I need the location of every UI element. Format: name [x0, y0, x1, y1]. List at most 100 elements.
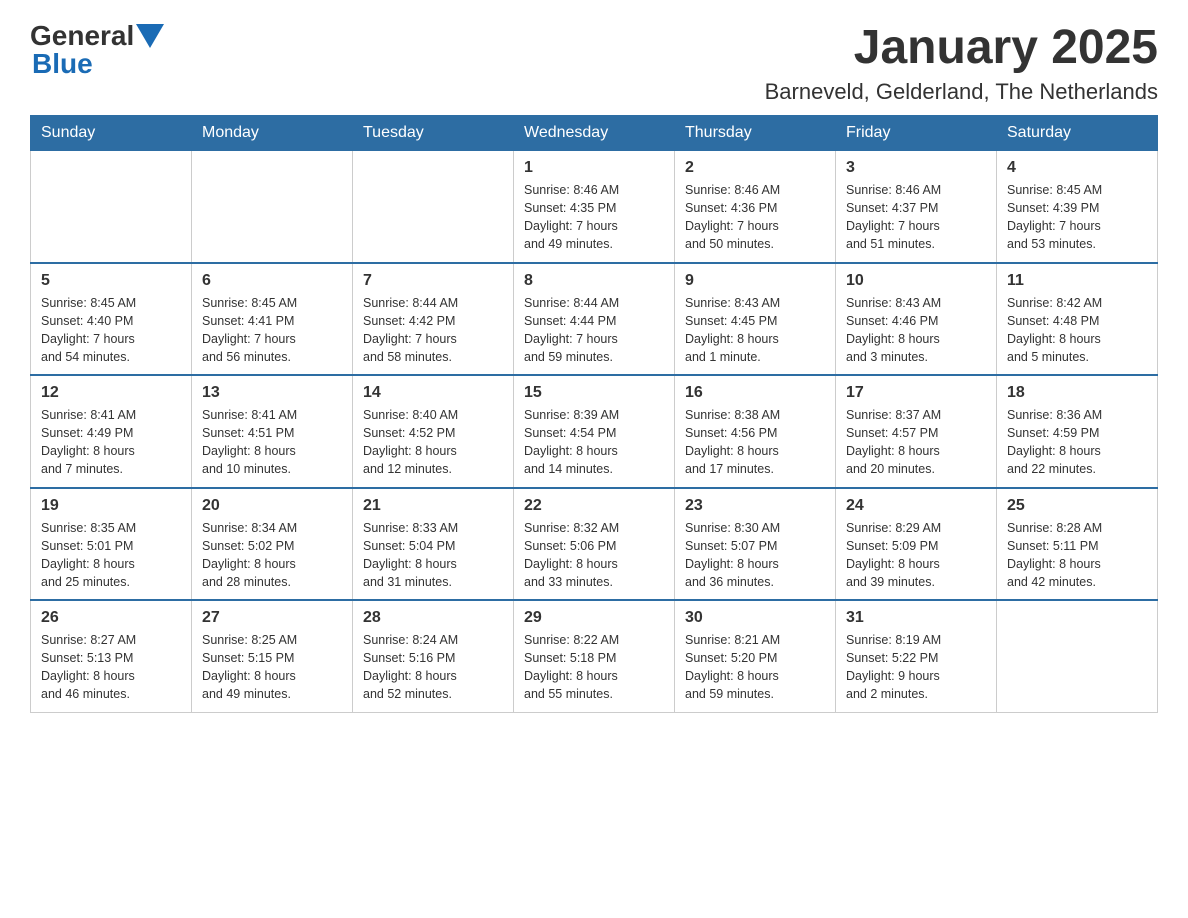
day-info: Sunrise: 8:42 AM Sunset: 4:48 PM Dayligh… — [1007, 294, 1147, 367]
day-number: 15 — [524, 384, 664, 402]
day-info: Sunrise: 8:43 AM Sunset: 4:46 PM Dayligh… — [846, 294, 986, 367]
calendar-cell: 21 Sunrise: 8:33 AM Sunset: 5:04 PM Dayli… — [353, 488, 514, 601]
day-number: 18 — [1007, 384, 1147, 402]
day-info: Sunrise: 8:35 AM Sunset: 5:01 PM Dayligh… — [41, 519, 181, 592]
day-number: 7 — [363, 272, 503, 290]
day-info: Sunrise: 8:22 AM Sunset: 5:18 PM Dayligh… — [524, 631, 664, 704]
calendar-cell: 31 Sunrise: 8:19 AM Sunset: 5:22 PM Dayli… — [836, 600, 997, 712]
day-number: 10 — [846, 272, 986, 290]
day-number: 12 — [41, 384, 181, 402]
day-number: 24 — [846, 497, 986, 515]
day-info: Sunrise: 8:39 AM Sunset: 4:54 PM Dayligh… — [524, 406, 664, 479]
day-info: Sunrise: 8:27 AM Sunset: 5:13 PM Dayligh… — [41, 631, 181, 704]
day-number: 28 — [363, 609, 503, 627]
calendar-cell: 14Sunrise: 8:40 AM Sunset: 4:52 PM Dayli… — [353, 375, 514, 488]
calendar-cell — [997, 600, 1158, 712]
day-number: 4 — [1007, 159, 1147, 177]
calendar-cell: 6 Sunrise: 8:45 AM Sunset: 4:41 PM Daylig… — [192, 263, 353, 376]
day-number: 25 — [1007, 497, 1147, 515]
weekday-header-saturday: Saturday — [997, 116, 1158, 151]
day-number: 9 — [685, 272, 825, 290]
calendar-table: SundayMondayTuesdayWednesdayThursdayFrid… — [30, 115, 1158, 713]
calendar-cell — [31, 151, 192, 263]
day-number: 22 — [524, 497, 664, 515]
day-info: Sunrise: 8:30 AM Sunset: 5:07 PM Dayligh… — [685, 519, 825, 592]
day-number: 1 — [524, 159, 664, 177]
logo-blue-text: Blue — [32, 48, 93, 80]
day-info: Sunrise: 8:44 AM Sunset: 4:44 PM Dayligh… — [524, 294, 664, 367]
calendar-cell: 12 Sunrise: 8:41 AM Sunset: 4:49 PM Dayli… — [31, 375, 192, 488]
day-number: 20 — [202, 497, 342, 515]
calendar-cell: 29 Sunrise: 8:22 AM Sunset: 5:18 PM Dayli… — [514, 600, 675, 712]
calendar-cell: 17Sunrise: 8:37 AM Sunset: 4:57 PM Dayli… — [836, 375, 997, 488]
day-number: 16 — [685, 384, 825, 402]
day-info: Sunrise: 8:36 AM Sunset: 4:59 PM Dayligh… — [1007, 406, 1147, 479]
day-number: 11 — [1007, 272, 1147, 290]
day-info: Sunrise: 8:45 AM Sunset: 4:39 PM Dayligh… — [1007, 181, 1147, 254]
calendar-week-row: 1 Sunrise: 8:46 AM Sunset: 4:35 PM Daylig… — [31, 151, 1158, 263]
calendar-cell — [353, 151, 514, 263]
calendar-cell: 1 Sunrise: 8:46 AM Sunset: 4:35 PM Daylig… — [514, 151, 675, 263]
day-number: 30 — [685, 609, 825, 627]
logo-triangle-icon — [136, 24, 164, 48]
day-info: Sunrise: 8:45 AM Sunset: 4:41 PM Dayligh… — [202, 294, 342, 367]
day-number: 27 — [202, 609, 342, 627]
calendar-cell: 5 Sunrise: 8:45 AM Sunset: 4:40 PM Daylig… — [31, 263, 192, 376]
day-info: Sunrise: 8:46 AM Sunset: 4:35 PM Dayligh… — [524, 181, 664, 254]
calendar-cell: 3 Sunrise: 8:46 AM Sunset: 4:37 PM Daylig… — [836, 151, 997, 263]
day-number: 26 — [41, 609, 181, 627]
day-info: Sunrise: 8:24 AM Sunset: 5:16 PM Dayligh… — [363, 631, 503, 704]
calendar-cell: 26 Sunrise: 8:27 AM Sunset: 5:13 PM Dayli… — [31, 600, 192, 712]
calendar-cell: 28 Sunrise: 8:24 AM Sunset: 5:16 PM Dayli… — [353, 600, 514, 712]
day-info: Sunrise: 8:19 AM Sunset: 5:22 PM Dayligh… — [846, 631, 986, 704]
day-number: 6 — [202, 272, 342, 290]
day-number: 19 — [41, 497, 181, 515]
calendar-cell: 27Sunrise: 8:25 AM Sunset: 5:15 PM Dayli… — [192, 600, 353, 712]
day-info: Sunrise: 8:29 AM Sunset: 5:09 PM Dayligh… — [846, 519, 986, 592]
calendar-cell: 23 Sunrise: 8:30 AM Sunset: 5:07 PM Dayli… — [675, 488, 836, 601]
weekday-header-sunday: Sunday — [31, 116, 192, 151]
weekday-header-row: SundayMondayTuesdayWednesdayThursdayFrid… — [31, 116, 1158, 151]
calendar-week-row: 5 Sunrise: 8:45 AM Sunset: 4:40 PM Daylig… — [31, 263, 1158, 376]
day-info: Sunrise: 8:41 AM Sunset: 4:51 PM Dayligh… — [202, 406, 342, 479]
calendar-cell: 4 Sunrise: 8:45 AM Sunset: 4:39 PM Daylig… — [997, 151, 1158, 263]
calendar-cell: 22 Sunrise: 8:32 AM Sunset: 5:06 PM Dayli… — [514, 488, 675, 601]
calendar-cell: 9 Sunrise: 8:43 AM Sunset: 4:45 PM Daylig… — [675, 263, 836, 376]
calendar-cell: 11 Sunrise: 8:42 AM Sunset: 4:48 PM Dayli… — [997, 263, 1158, 376]
day-number: 29 — [524, 609, 664, 627]
day-number: 8 — [524, 272, 664, 290]
day-number: 21 — [363, 497, 503, 515]
day-info: Sunrise: 8:46 AM Sunset: 4:37 PM Dayligh… — [846, 181, 986, 254]
weekday-header-friday: Friday — [836, 116, 997, 151]
calendar-cell: 24 Sunrise: 8:29 AM Sunset: 5:09 PM Dayli… — [836, 488, 997, 601]
calendar-cell: 13Sunrise: 8:41 AM Sunset: 4:51 PM Dayli… — [192, 375, 353, 488]
calendar-cell: 8 Sunrise: 8:44 AM Sunset: 4:44 PM Daylig… — [514, 263, 675, 376]
day-number: 3 — [846, 159, 986, 177]
day-info: Sunrise: 8:34 AM Sunset: 5:02 PM Dayligh… — [202, 519, 342, 592]
calendar-week-row: 19 Sunrise: 8:35 AM Sunset: 5:01 PM Dayli… — [31, 488, 1158, 601]
day-info: Sunrise: 8:41 AM Sunset: 4:49 PM Dayligh… — [41, 406, 181, 479]
day-info: Sunrise: 8:33 AM Sunset: 5:04 PM Dayligh… — [363, 519, 503, 592]
calendar-cell: 19 Sunrise: 8:35 AM Sunset: 5:01 PM Dayli… — [31, 488, 192, 601]
calendar-cell: 2Sunrise: 8:46 AM Sunset: 4:36 PM Daylig… — [675, 151, 836, 263]
day-info: Sunrise: 8:28 AM Sunset: 5:11 PM Dayligh… — [1007, 519, 1147, 592]
weekday-header-wednesday: Wednesday — [514, 116, 675, 151]
calendar-title: January 2025 — [765, 20, 1158, 75]
title-area: January 2025 Barneveld, Gelderland, The … — [765, 20, 1158, 105]
day-info: Sunrise: 8:21 AM Sunset: 5:20 PM Dayligh… — [685, 631, 825, 704]
day-number: 14 — [363, 384, 503, 402]
calendar-subtitle: Barneveld, Gelderland, The Netherlands — [765, 79, 1158, 105]
day-info: Sunrise: 8:45 AM Sunset: 4:40 PM Dayligh… — [41, 294, 181, 367]
day-number: 23 — [685, 497, 825, 515]
calendar-cell — [192, 151, 353, 263]
day-info: Sunrise: 8:43 AM Sunset: 4:45 PM Dayligh… — [685, 294, 825, 367]
calendar-week-row: 12 Sunrise: 8:41 AM Sunset: 4:49 PM Dayli… — [31, 375, 1158, 488]
day-number: 5 — [41, 272, 181, 290]
day-info: Sunrise: 8:44 AM Sunset: 4:42 PM Dayligh… — [363, 294, 503, 367]
logo: General Blue — [30, 20, 164, 80]
day-info: Sunrise: 8:46 AM Sunset: 4:36 PM Dayligh… — [685, 181, 825, 254]
day-number: 31 — [846, 609, 986, 627]
calendar-cell: 10 Sunrise: 8:43 AM Sunset: 4:46 PM Dayli… — [836, 263, 997, 376]
day-info: Sunrise: 8:32 AM Sunset: 5:06 PM Dayligh… — [524, 519, 664, 592]
calendar-cell: 18 Sunrise: 8:36 AM Sunset: 4:59 PM Dayli… — [997, 375, 1158, 488]
